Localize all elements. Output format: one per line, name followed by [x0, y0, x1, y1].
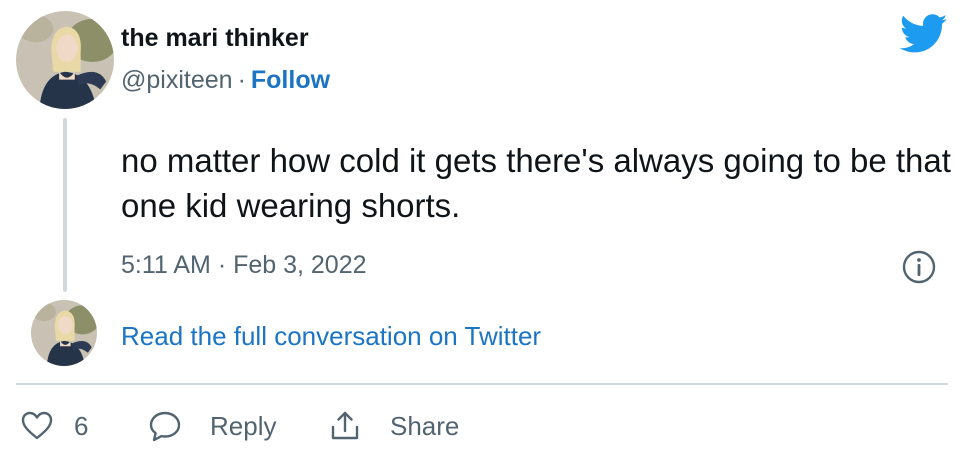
tweet-text: no matter how cold it gets there's alway…: [121, 142, 951, 224]
thread-line: [63, 118, 67, 292]
author-name[interactable]: the mari thinker: [121, 24, 309, 53]
handle-row: @pixiteen · Follow: [121, 66, 330, 95]
heart-icon: [21, 411, 53, 440]
divider: [16, 383, 948, 385]
reply-button[interactable]: Reply: [148, 405, 276, 447]
avatar-photo: [16, 11, 114, 109]
info-icon[interactable]: [901, 249, 937, 285]
conversation-avatar[interactable]: [31, 300, 97, 366]
follow-link[interactable]: Follow: [251, 66, 330, 94]
share-icon: [331, 411, 359, 440]
tweet-timestamp[interactable]: 5:11 AM · Feb 3, 2022: [121, 251, 367, 280]
share-button[interactable]: Share: [328, 405, 459, 447]
read-conversation-link[interactable]: Read the full conversation on Twitter: [121, 321, 541, 352]
author-handle[interactable]: @pixiteen: [121, 66, 233, 94]
like-button[interactable]: 6: [20, 405, 88, 447]
reply-bubble-icon: [149, 411, 181, 442]
reply-label: Reply: [210, 410, 277, 441]
like-count: 6: [74, 410, 89, 441]
share-label: Share: [390, 410, 460, 441]
separator-dot: ·: [237, 66, 246, 94]
avatar-photo: [31, 300, 97, 366]
twitter-bird-icon[interactable]: [900, 14, 948, 54]
author-avatar[interactable]: [16, 11, 114, 109]
